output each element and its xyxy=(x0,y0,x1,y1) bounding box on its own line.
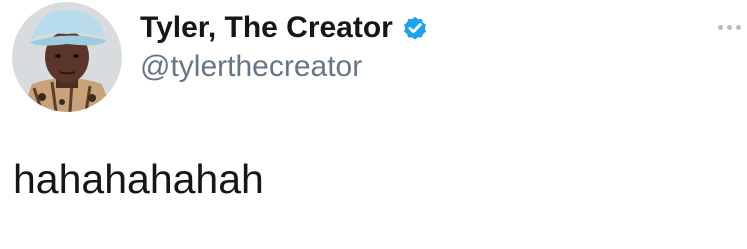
author-name-row[interactable]: Tyler, The Creator xyxy=(140,8,429,48)
user-handle[interactable]: @tylerthecreator xyxy=(140,50,362,84)
profile-photo-icon xyxy=(12,2,122,112)
more-dot xyxy=(727,24,732,30)
tweet-text: hahahahahah xyxy=(13,156,264,202)
more-options-icon[interactable] xyxy=(711,20,741,34)
more-dot xyxy=(736,24,741,30)
display-name[interactable]: Tyler, The Creator xyxy=(140,11,393,45)
avatar[interactable] xyxy=(12,2,122,112)
tweet-card: Tyler, The Creator @tylerthecreator haha… xyxy=(0,0,747,249)
verified-badge-icon xyxy=(401,14,429,42)
more-dot xyxy=(718,24,723,30)
